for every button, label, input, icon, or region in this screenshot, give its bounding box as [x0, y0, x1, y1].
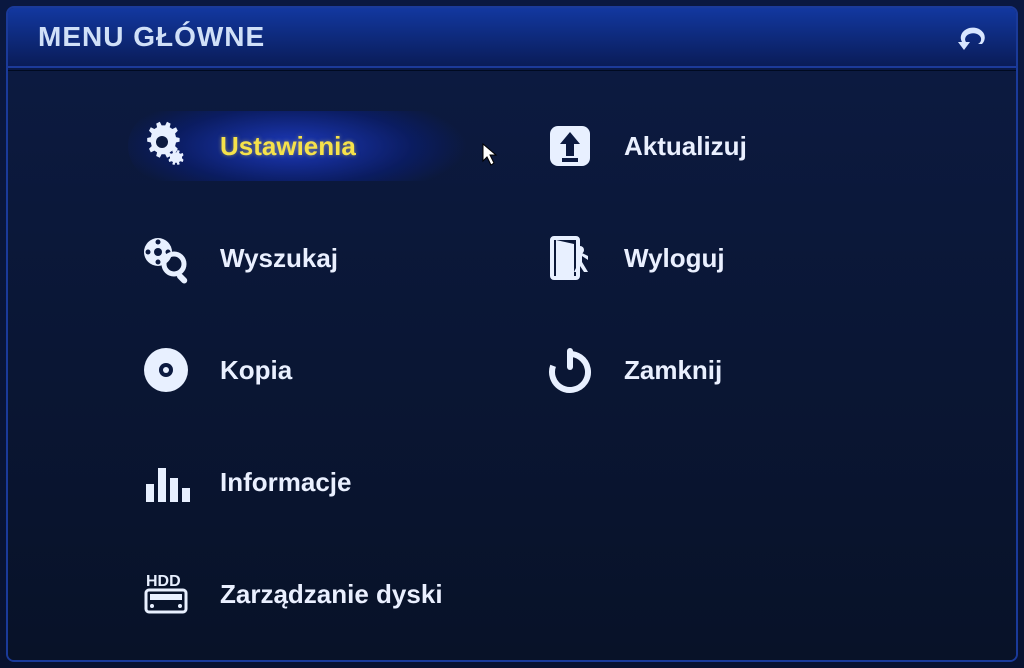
- menu-item-copy[interactable]: Kopia: [128, 335, 492, 405]
- window-title: MENU GŁÓWNE: [38, 21, 265, 53]
- menu-item-update[interactable]: Aktualizuj: [532, 111, 896, 181]
- svg-text:HDD: HDD: [146, 573, 181, 590]
- menu-item-shutdown[interactable]: Zamknij: [532, 335, 896, 405]
- grid-empty-cell: [532, 447, 896, 517]
- menu-item-label: Zarządzanie dyski: [220, 579, 443, 610]
- hdd-icon: HDD: [140, 568, 192, 620]
- menu-grid: Ustawienia Aktualizuj: [8, 111, 1016, 629]
- gear-icon: [140, 120, 192, 172]
- menu-item-logout[interactable]: Wyloguj: [532, 223, 896, 293]
- disc-icon: [140, 344, 192, 396]
- menu-item-search[interactable]: Wyszukaj: [128, 223, 492, 293]
- menu-item-label: Zamknij: [624, 355, 722, 386]
- logout-door-icon: [544, 232, 596, 284]
- upload-arrow-icon: [544, 120, 596, 172]
- menu-item-label: Wyszukaj: [220, 243, 338, 274]
- back-arrow-icon: [954, 20, 990, 56]
- menu-item-label: Kopia: [220, 355, 292, 386]
- menu-body: Ustawienia Aktualizuj: [8, 70, 1016, 660]
- menu-item-label: Ustawienia: [220, 131, 356, 162]
- menu-item-label: Aktualizuj: [624, 131, 747, 162]
- menu-item-info[interactable]: Informacje: [128, 447, 492, 517]
- menu-item-settings[interactable]: Ustawienia: [128, 111, 492, 181]
- menu-item-diskmgmt[interactable]: HDD Zarządzanie dyski: [128, 559, 492, 629]
- menu-item-label: Informacje: [220, 467, 352, 498]
- cursor-icon: [482, 143, 500, 167]
- window-header: MENU GŁÓWNE: [8, 8, 1016, 68]
- menu-item-label: Wyloguj: [624, 243, 725, 274]
- back-button[interactable]: [952, 20, 992, 56]
- power-icon: [544, 344, 596, 396]
- main-window: MENU GŁÓWNE Ustawieni: [6, 6, 1018, 662]
- film-search-icon: [140, 232, 192, 284]
- bar-chart-icon: [140, 456, 192, 508]
